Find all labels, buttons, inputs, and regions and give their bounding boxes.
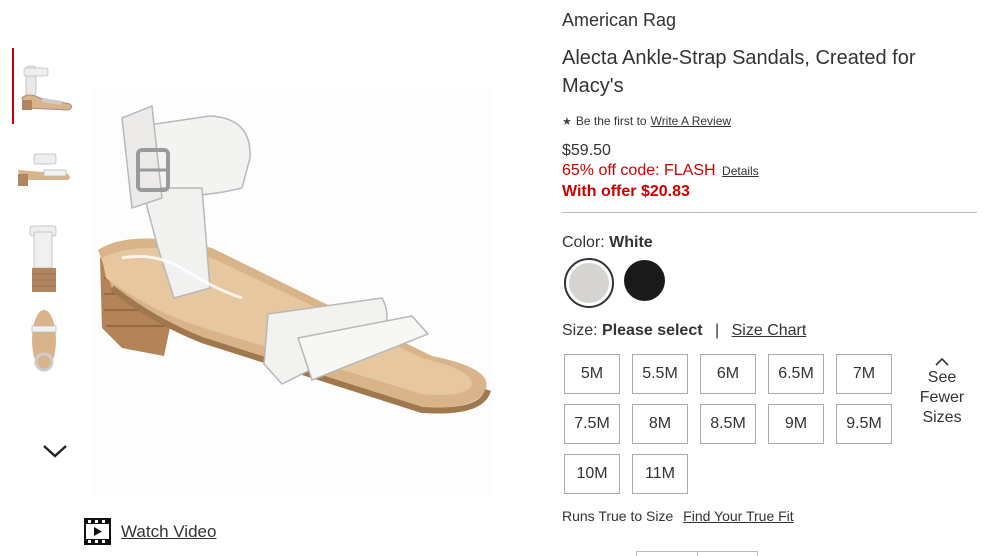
see-fewer-sizes-button[interactable]: See Fewer Sizes [914, 354, 970, 428]
see-fewer-sizes-label: See Fewer Sizes [919, 369, 965, 426]
selected-color: White [609, 234, 653, 251]
size-option[interactable]: 8.5M [700, 404, 756, 444]
video-play-icon [84, 518, 111, 545]
thumbnail-2[interactable] [12, 138, 74, 214]
write-review-link[interactable]: Write A Review [651, 114, 731, 128]
size-label: Size: [562, 322, 598, 339]
size-option[interactable]: 6M [700, 354, 756, 394]
review-prompt: ★ Be the first to Write A Review [562, 114, 731, 128]
watch-video-label: Watch Video [121, 521, 217, 541]
watch-video-button[interactable]: Watch Video [84, 518, 216, 545]
quantity-control-partial[interactable] [636, 551, 758, 556]
fit-text: Runs True to Size [562, 508, 674, 524]
find-true-fit-link[interactable]: Find Your True Fit [683, 508, 794, 524]
review-prefix: Be the first to [575, 114, 647, 128]
chevron-up-icon [914, 354, 970, 368]
thumbnail-3[interactable] [12, 218, 74, 294]
size-option[interactable]: 6.5M [768, 354, 824, 394]
size-prompt: Please select [602, 322, 703, 339]
color-label: Color: [562, 234, 605, 251]
size-option[interactable]: 9M [768, 404, 824, 444]
original-price: $59.50 [562, 142, 611, 159]
offer-price: With offer $20.83 [562, 183, 690, 200]
size-chart-link[interactable]: Size Chart [732, 322, 807, 339]
color-swatch-black[interactable] [622, 258, 672, 308]
thumbnail-scroll-down-icon[interactable] [40, 440, 70, 462]
divider [562, 212, 977, 213]
brand-name[interactable]: American Rag [562, 10, 676, 31]
size-option[interactable]: 7M [836, 354, 892, 394]
size-option[interactable]: 8M [632, 404, 688, 444]
size-option[interactable]: 11M [632, 454, 688, 494]
main-product-image[interactable] [92, 88, 494, 496]
thumbnail-1[interactable] [12, 48, 74, 124]
true-fit-row: Runs True to Size Find Your True Fit [562, 508, 794, 524]
size-option[interactable]: 5M [564, 354, 620, 394]
size-label-row: Size: Please select | Size Chart [562, 322, 806, 340]
size-option[interactable]: 10M [564, 454, 620, 494]
size-option[interactable]: 9.5M [836, 404, 892, 444]
thumbnail-4[interactable] [12, 300, 74, 376]
color-swatch-white[interactable] [564, 258, 614, 308]
offer-code-text: 65% off code: FLASH [562, 162, 716, 179]
star-icon: ★ [562, 115, 572, 128]
offer-details-link[interactable]: Details [722, 164, 759, 178]
size-option[interactable]: 5.5M [632, 354, 688, 394]
color-label-row: Color: White [562, 234, 653, 252]
product-title: Alecta Ankle-Strap Sandals, Created for … [562, 47, 916, 97]
size-separator: | [715, 322, 720, 339]
size-option[interactable]: 7.5M [564, 404, 620, 444]
offer-line: 65% off code: FLASH Details [562, 162, 759, 180]
